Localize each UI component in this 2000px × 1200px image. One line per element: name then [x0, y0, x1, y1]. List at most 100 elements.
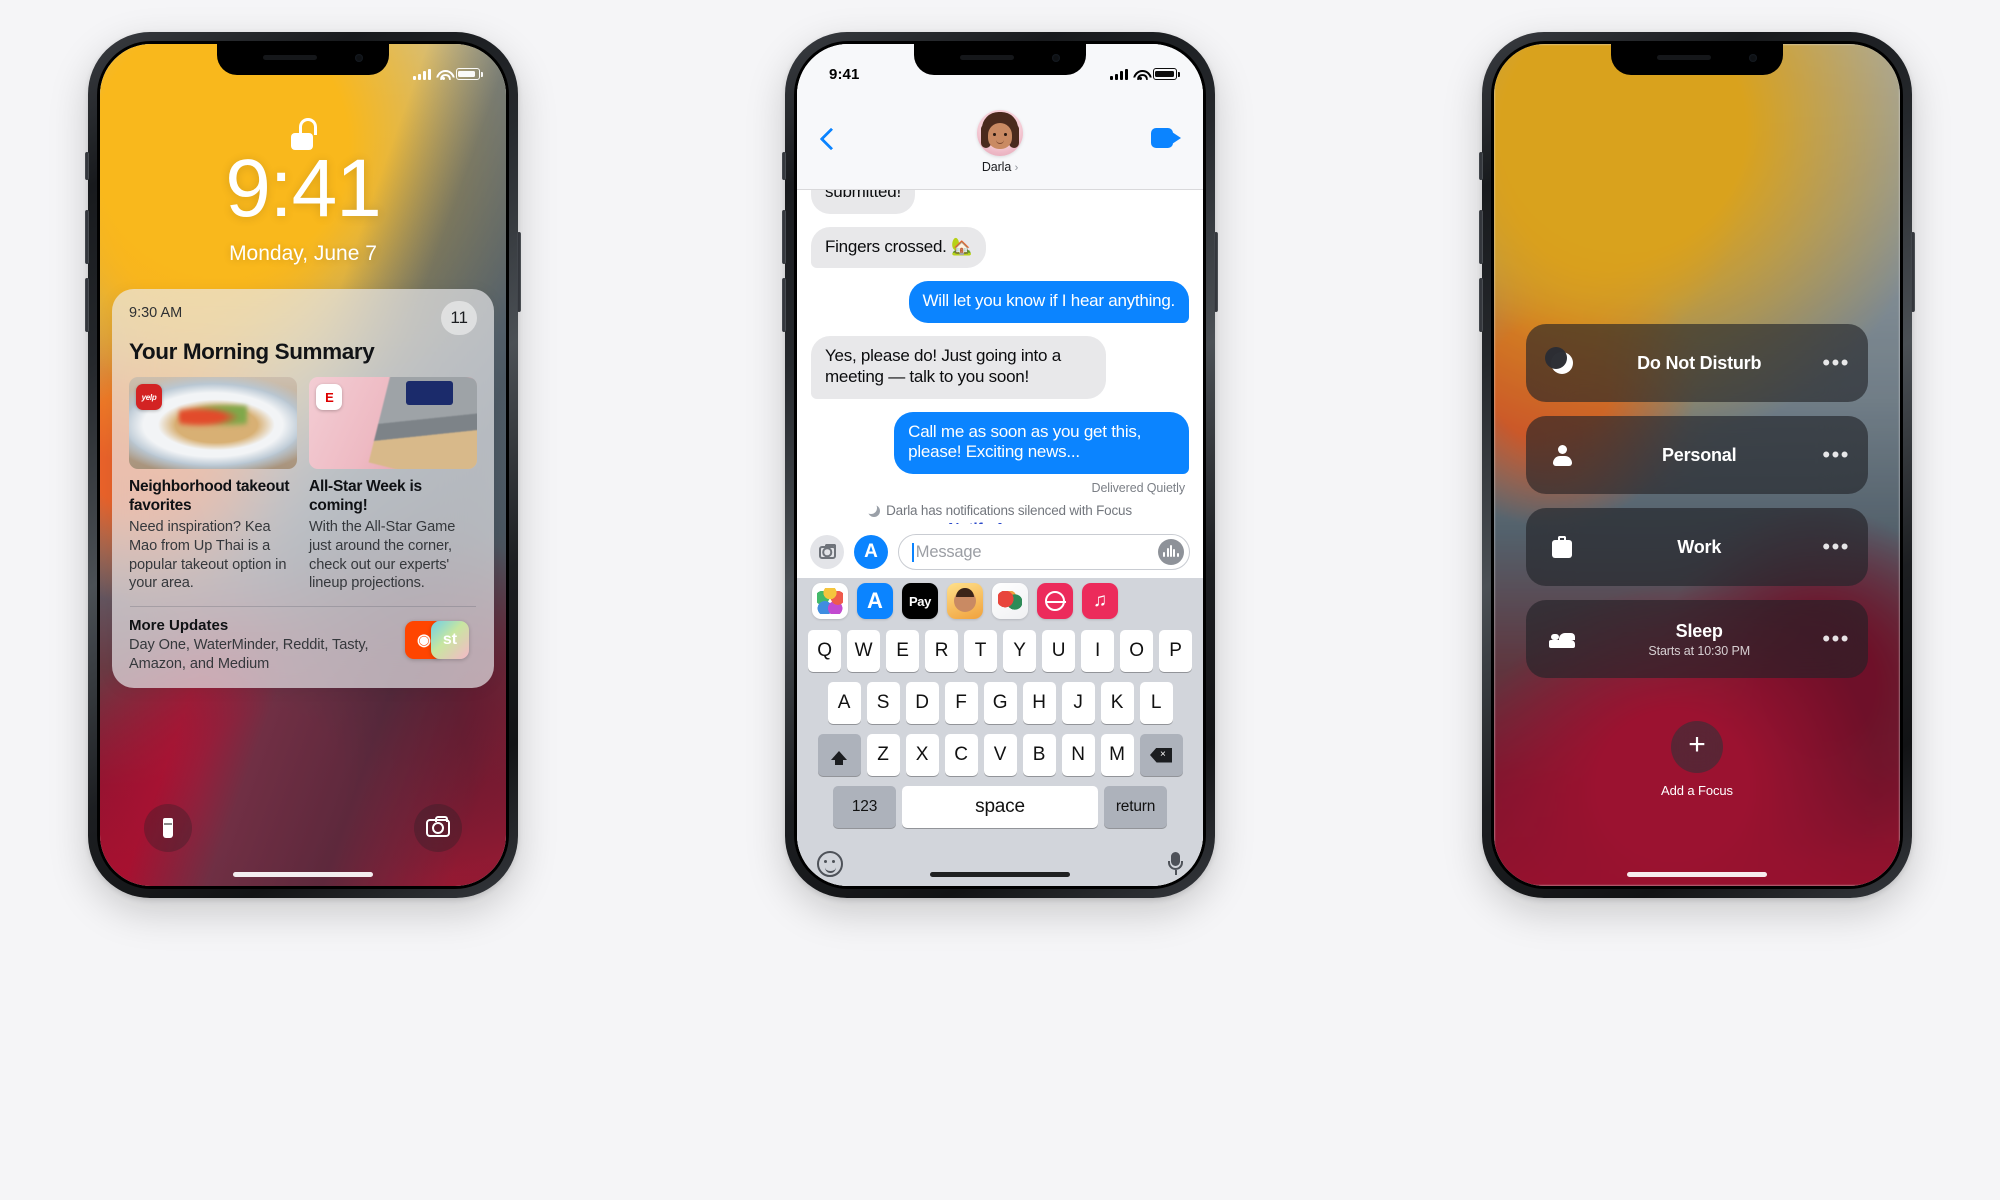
front-camera: [355, 54, 363, 62]
key-f[interactable]: F: [944, 682, 978, 724]
notch: [217, 44, 389, 75]
notify-anyway-button[interactable]: Notify Anyway: [811, 521, 1189, 524]
flashlight-button[interactable]: [144, 804, 192, 852]
message-bubble-incoming[interactable]: Fingers crossed. 🏡: [805, 226, 987, 269]
camera-button[interactable]: [414, 804, 462, 852]
back-button[interactable]: [819, 130, 835, 146]
image-search-icon[interactable]: [1037, 583, 1073, 619]
video-lens: [1172, 132, 1181, 144]
numbers-key[interactable]: 123: [833, 786, 896, 828]
home-indicator[interactable]: [1627, 872, 1767, 877]
volume-down-button[interactable]: [85, 278, 89, 332]
focus-item-options-button[interactable]: •••: [1822, 536, 1850, 558]
volume-down-button[interactable]: [782, 278, 786, 332]
photos-icon[interactable]: [812, 583, 848, 619]
mute-switch[interactable]: [1479, 152, 1483, 180]
camera-button[interactable]: [810, 535, 844, 569]
key-q[interactable]: Q: [808, 630, 841, 672]
shift-key[interactable]: [817, 734, 861, 776]
volume-down-button[interactable]: [1479, 278, 1483, 332]
key-c[interactable]: C: [944, 734, 978, 776]
emoji-icon[interactable]: [817, 851, 843, 877]
keyboard-bottom-row: [797, 838, 1203, 886]
space-key[interactable]: space: [902, 786, 1098, 828]
summary-header: 9:30 AM 11: [129, 301, 477, 335]
focus-item-options-button[interactable]: •••: [1822, 444, 1850, 466]
side-button[interactable]: [1214, 232, 1218, 312]
microphone-icon[interactable]: [1168, 852, 1183, 876]
flashlight-icon: [163, 818, 173, 838]
message-input-bar: A Message: [797, 524, 1203, 578]
facetime-video-button[interactable]: [1151, 128, 1181, 148]
focus-item-personal[interactable]: Personal •••: [1526, 416, 1868, 494]
message-bubble-outgoing[interactable]: Will let you know if I hear anything.: [908, 281, 1195, 324]
focus-item-work[interactable]: Work •••: [1526, 508, 1868, 586]
music-icon[interactable]: ♫: [1082, 583, 1118, 619]
key-o[interactable]: O: [1120, 630, 1153, 672]
stickers-icon[interactable]: [992, 583, 1028, 619]
key-l[interactable]: L: [1139, 682, 1173, 724]
key-x[interactable]: X: [905, 734, 939, 776]
volume-up-button[interactable]: [1479, 210, 1483, 264]
key-i[interactable]: I: [1081, 630, 1114, 672]
delete-key[interactable]: ×: [1139, 734, 1183, 776]
message-row: Yes, please do! Just going into a meetin…: [806, 336, 1189, 400]
app-store-button[interactable]: A: [854, 535, 888, 569]
mute-switch[interactable]: [782, 152, 786, 180]
key-v[interactable]: V: [983, 734, 1017, 776]
app-store-icon[interactable]: A: [857, 583, 893, 619]
volume-up-button[interactable]: [85, 210, 89, 264]
key-w[interactable]: W: [847, 630, 880, 672]
message-input[interactable]: Message: [898, 534, 1190, 570]
more-updates-row[interactable]: More Updates Day One, WaterMinder, Reddi…: [129, 617, 477, 673]
add-focus-section[interactable]: + Add a Focus: [1494, 721, 1900, 798]
apple-pay-icon[interactable]: Pay: [902, 583, 938, 619]
tasty-icon: st: [431, 620, 469, 659]
key-z[interactable]: Z: [866, 734, 900, 776]
plus-icon[interactable]: +: [1671, 721, 1723, 773]
focus-item-options-button[interactable]: •••: [1822, 628, 1850, 650]
side-button[interactable]: [517, 232, 521, 312]
return-key[interactable]: return: [1104, 786, 1167, 828]
volume-up-button[interactable]: [782, 210, 786, 264]
summary-card-espn[interactable]: E All-Star Week is coming! With the All-…: [309, 377, 477, 593]
key-y[interactable]: Y: [1003, 630, 1036, 672]
key-u[interactable]: U: [1042, 630, 1075, 672]
key-h[interactable]: H: [1022, 682, 1056, 724]
key-k[interactable]: K: [1100, 682, 1134, 724]
key-n[interactable]: N: [1061, 734, 1095, 776]
key-d[interactable]: D: [905, 682, 939, 724]
focus-item-options-button[interactable]: •••: [1822, 352, 1850, 374]
summary-card-yelp[interactable]: yelp Neighborhood takeout favorites Need…: [129, 377, 297, 593]
audio-message-icon[interactable]: [1158, 539, 1184, 565]
mute-switch[interactable]: [85, 152, 89, 180]
key-j[interactable]: J: [1061, 682, 1095, 724]
summary-card-body: With the All-Star Game just around the c…: [309, 519, 456, 592]
key-b[interactable]: B: [1022, 734, 1056, 776]
focus-item-schedule: Starts at 10:30 PM: [1648, 643, 1751, 658]
focus-item-name: Personal: [1661, 444, 1737, 465]
focus-item-do-not-disturb[interactable]: Do Not Disturb •••: [1526, 324, 1868, 402]
focus-item-labels: Work: [1576, 537, 1822, 558]
key-s[interactable]: S: [866, 682, 900, 724]
key-a[interactable]: A: [827, 682, 861, 724]
key-p[interactable]: P: [1159, 630, 1192, 672]
key-e[interactable]: E: [886, 630, 919, 672]
focus-item-sleep[interactable]: Sleep Starts at 10:30 PM •••: [1526, 600, 1868, 678]
home-indicator[interactable]: [930, 872, 1070, 877]
message-bubble-incoming[interactable]: Yes, please do! Just going into a meetin…: [806, 336, 1106, 400]
key-r[interactable]: R: [925, 630, 958, 672]
memoji-icon[interactable]: [947, 583, 983, 619]
contact-header[interactable]: Darla ›: [977, 110, 1023, 174]
key-t[interactable]: T: [964, 630, 997, 672]
status-bar-time: 9:41: [829, 65, 860, 83]
message-bubble-outgoing[interactable]: Call me as soon as you get this, please!…: [894, 411, 1194, 475]
side-button[interactable]: [1911, 232, 1915, 312]
key-g[interactable]: G: [983, 682, 1017, 724]
iphone-lock-screen: 9:41 Monday, June 7 9:30 AM 11 Your Morn…: [85, 32, 521, 898]
home-indicator[interactable]: [233, 872, 373, 877]
key-m[interactable]: M: [1100, 734, 1134, 776]
notification-summary-card[interactable]: 9:30 AM 11 Your Morning Summary yelp Nei…: [112, 289, 494, 689]
message-bubble-incoming[interactable]: submitted!: [806, 190, 915, 214]
message-thread[interactable]: submitted! Fingers crossed. 🏡 Will let y…: [797, 190, 1203, 524]
